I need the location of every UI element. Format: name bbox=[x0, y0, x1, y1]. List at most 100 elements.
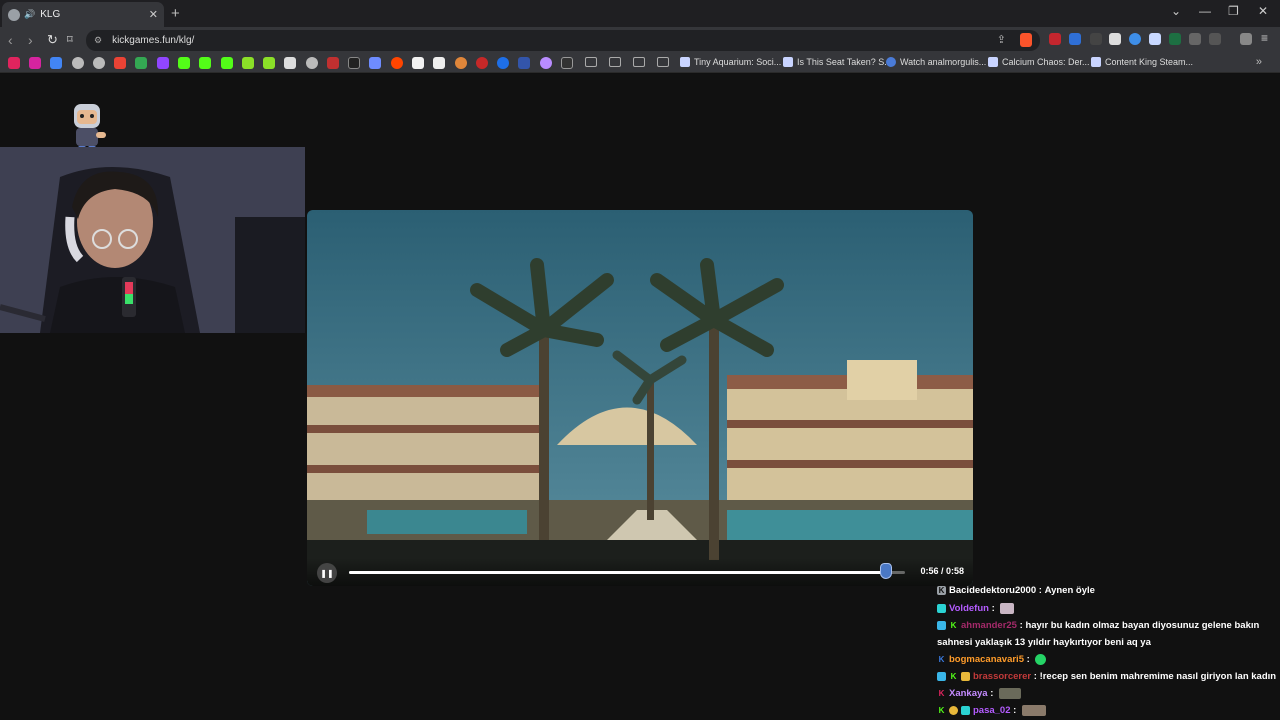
minimize-button[interactable]: — bbox=[1199, 4, 1211, 18]
video-frame bbox=[307, 210, 973, 586]
tab-strip: 🔊 KLG ✕ + ⌄ — ❐ ✕ bbox=[0, 0, 1280, 27]
address-bar[interactable]: ⚙ kickgames.fun/klg/ ⇪ bbox=[86, 30, 1040, 51]
kick-badge-icon: K bbox=[938, 706, 945, 715]
folder-icon[interactable] bbox=[585, 57, 597, 67]
bookmark-icon[interactable] bbox=[327, 57, 339, 69]
youtube-bookmark-icon[interactable] bbox=[8, 57, 20, 69]
url-text: kickgames.fun/klg/ bbox=[112, 35, 195, 46]
share-icon[interactable]: ⇪ bbox=[997, 33, 1006, 46]
chat-username: brassorcerer bbox=[973, 671, 1032, 682]
extension-wave-icon[interactable] bbox=[1069, 33, 1081, 45]
extension-blue-icon[interactable] bbox=[1129, 33, 1141, 45]
drive-bookmark-icon[interactable] bbox=[135, 57, 147, 69]
brave-shields-icon[interactable] bbox=[1020, 33, 1032, 47]
gmail-bookmark-icon[interactable] bbox=[114, 57, 126, 69]
folder-icon[interactable] bbox=[657, 57, 669, 67]
bookmark-icon[interactable] bbox=[455, 57, 467, 69]
bookmark-icon[interactable] bbox=[540, 57, 552, 69]
bookmark-icon[interactable] bbox=[412, 57, 424, 69]
instagram-bookmark-icon[interactable] bbox=[29, 57, 41, 69]
sub-badge-icon bbox=[937, 604, 946, 613]
amazon-bookmark-icon[interactable] bbox=[433, 57, 445, 69]
chat-username: bogmacanavari5 bbox=[949, 654, 1024, 665]
video-player[interactable]: ❚❚ 0:56 / 0:58 bbox=[307, 210, 973, 586]
bookmark-link[interactable]: Calcium Chaos: Der... bbox=[988, 57, 1090, 67]
video-controls: ❚❚ 0:56 / 0:58 bbox=[307, 558, 973, 586]
bookmark-icon[interactable] bbox=[497, 57, 509, 69]
whatsapp-emote-icon bbox=[1035, 654, 1047, 665]
kick-bookmark-icon[interactable] bbox=[242, 57, 254, 69]
tab-title: KLG bbox=[40, 9, 61, 20]
sidebar-icon[interactable] bbox=[1209, 33, 1221, 45]
excel-icon[interactable] bbox=[1169, 33, 1181, 45]
bookmark-link[interactable]: Watch analmorgulis... bbox=[886, 57, 986, 67]
close-window-button[interactable]: ✕ bbox=[1258, 4, 1268, 18]
bookmark-icon[interactable] bbox=[518, 57, 530, 69]
kick-badge-icon: K bbox=[938, 689, 945, 698]
gift-badge-icon bbox=[949, 706, 958, 715]
tab-search-icon[interactable]: ⌄ bbox=[1171, 4, 1181, 18]
kick-bookmark-icon[interactable] bbox=[199, 57, 211, 69]
site-info-icon[interactable]: ⚙ bbox=[94, 35, 102, 46]
more-bookmarks-icon[interactable]: » bbox=[1256, 56, 1262, 68]
bookmark-icon[interactable]: ⌑ bbox=[67, 33, 73, 46]
folder-icon[interactable] bbox=[633, 57, 645, 67]
reddit-bookmark-icon[interactable] bbox=[391, 57, 403, 69]
chat-text: sahnesi yaklaşık 13 yıldır haykırtıyor b… bbox=[937, 637, 1151, 648]
bookmark-link[interactable]: Is This Seat Taken? S... bbox=[783, 57, 892, 67]
extensions-puzzle-icon[interactable] bbox=[1189, 33, 1201, 45]
forward-button[interactable]: › bbox=[28, 32, 33, 48]
bookmark-icon[interactable] bbox=[561, 57, 573, 69]
time-display: 0:56 / 0:58 bbox=[920, 566, 964, 576]
x-bookmark-icon[interactable] bbox=[348, 57, 360, 69]
reload-button[interactable]: ↻ bbox=[47, 32, 58, 48]
extension-screen-icon[interactable] bbox=[1109, 33, 1121, 45]
sub-badge-icon bbox=[961, 706, 970, 715]
media-icon[interactable] bbox=[1240, 33, 1252, 45]
bookmark-icon[interactable] bbox=[476, 57, 488, 69]
video-icon bbox=[886, 57, 896, 67]
kick-bookmark-icon[interactable] bbox=[263, 57, 275, 69]
progress-bar[interactable] bbox=[349, 563, 905, 579]
bookmark-icon[interactable] bbox=[306, 57, 318, 69]
globe-icon bbox=[8, 8, 20, 21]
pause-button[interactable]: ❚❚ bbox=[317, 563, 337, 583]
extension-window-icon[interactable] bbox=[1149, 33, 1161, 45]
kick-badge-icon: K bbox=[950, 672, 957, 681]
kick-bookmark-icon[interactable] bbox=[178, 57, 190, 69]
bookmark-link[interactable]: Tiny Aquarium: Soci... bbox=[680, 57, 781, 67]
steam-icon bbox=[1091, 57, 1101, 67]
tab-klg[interactable]: 🔊 KLG ✕ bbox=[2, 2, 164, 27]
chat-username: Xankaya bbox=[949, 688, 988, 699]
chat-text: hayır bu kadın olmaz bayan diyosunuz gel… bbox=[1025, 620, 1260, 631]
bookmark-link[interactable]: Content King Steam... bbox=[1091, 57, 1193, 67]
globe-bookmark-icon[interactable] bbox=[93, 57, 105, 69]
close-tab-icon[interactable]: ✕ bbox=[149, 8, 158, 21]
new-tab-button[interactable]: + bbox=[171, 5, 180, 22]
chat-message: K pasa_02 : bbox=[937, 705, 1046, 716]
anchor-bookmark-icon[interactable] bbox=[284, 57, 296, 69]
menu-icon[interactable]: ≡ bbox=[1261, 31, 1268, 45]
back-button[interactable]: ‹ bbox=[8, 32, 13, 48]
chat-username: pasa_02 bbox=[973, 705, 1011, 716]
toolbar: ‹ › ↻ ⌑ ⚙ kickgames.fun/klg/ ⇪ bbox=[0, 27, 1280, 53]
restore-button[interactable]: ❐ bbox=[1228, 4, 1239, 18]
kick-bookmark-icon[interactable] bbox=[221, 57, 233, 69]
globe-bookmark-icon[interactable] bbox=[72, 57, 84, 69]
chat-message: K brassorcerer : !recep sen benim mahrem… bbox=[937, 671, 1276, 682]
bookmarks-bar: Tiny Aquarium: Soci... Is This Seat Take… bbox=[0, 53, 1280, 73]
chat-message: Voldefun : bbox=[937, 603, 1015, 614]
seek-handle[interactable] bbox=[879, 563, 892, 579]
chat-message-continuation: sahnesi yaklaşık 13 yıldır haykırtıyor b… bbox=[937, 637, 1151, 648]
speaker-icon[interactable]: 🔊 bbox=[24, 9, 35, 20]
kick-badge-icon: K bbox=[938, 655, 945, 664]
chat-message: K Bacidedektoru2000 : Aynen öyle bbox=[937, 585, 1095, 596]
ublock-icon[interactable] bbox=[1049, 33, 1061, 45]
bookmark-icon[interactable] bbox=[369, 57, 381, 69]
folder-icon[interactable] bbox=[609, 57, 621, 67]
translate-bookmark-icon[interactable] bbox=[50, 57, 62, 69]
extension-icon[interactable] bbox=[1090, 33, 1102, 45]
progress-fill bbox=[349, 571, 886, 574]
chat-username: Bacidedektoru2000 bbox=[949, 585, 1037, 596]
twitch-bookmark-icon[interactable] bbox=[157, 57, 169, 69]
